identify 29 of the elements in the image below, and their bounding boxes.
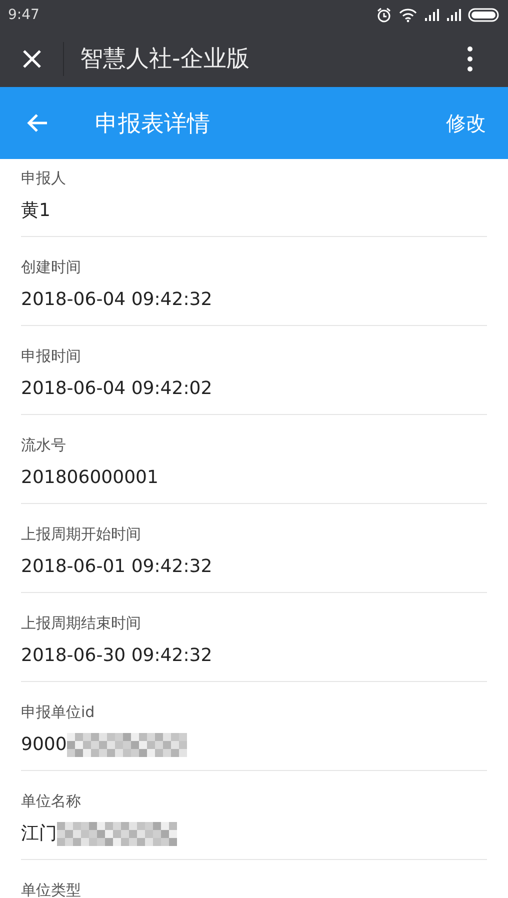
field-label: 单位类型 [21,880,82,898]
field-label: 单位名称 [21,791,82,812]
alarm-icon [376,7,392,23]
field-value: 2018-06-30 09:42:32 [21,644,212,668]
signal-icon [446,8,462,22]
page-title: 申报表详情 [95,110,211,138]
field-value: 江门 [21,822,57,846]
status-time: 9:47 [8,7,40,23]
field-label: 上报周期结束时间 [21,613,142,634]
field-value: 9000 [21,733,67,757]
field-value: 201806000001 [21,466,158,490]
field-label: 流水号 [21,435,67,456]
field-label: 创建时间 [21,257,82,278]
field-label: 申报单位id [21,702,96,723]
edit-button[interactable]: 修改 [446,104,486,142]
more-icon[interactable] [467,46,473,72]
app-title: 智慧人社-企业版 [80,45,250,74]
field-value: 黄1 [21,199,50,223]
field-label: 申报人 [21,168,67,189]
field-value: 2018-06-04 09:42:02 [21,377,212,401]
close-icon[interactable] [21,48,43,70]
battery-icon [468,8,500,22]
field-label: 上报周期开始时间 [21,524,142,545]
wifi-icon [398,7,418,23]
field-value: 2018-06-04 09:42:32 [21,288,212,312]
signal-icon [424,8,440,22]
field-label: 申报时间 [21,346,82,367]
field-value: 2018-06-01 09:42:32 [21,555,212,579]
back-icon[interactable] [26,113,48,133]
